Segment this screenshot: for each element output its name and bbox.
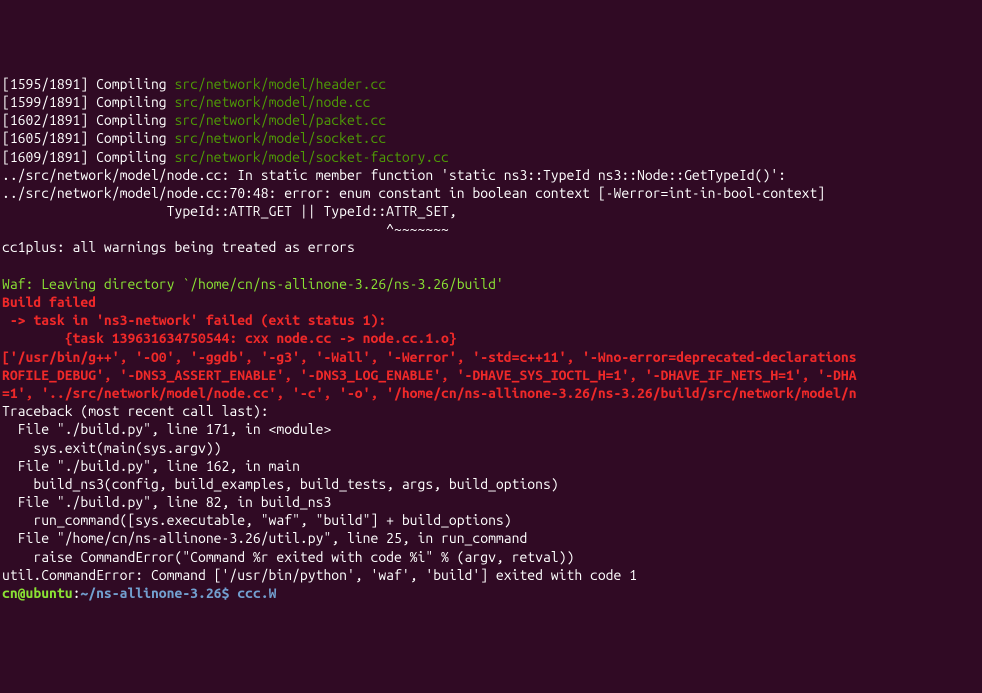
terminal-text: src/network/model/socket.cc — [174, 130, 386, 146]
terminal-text: sys.exit(main(sys.argv)) — [2, 440, 222, 456]
terminal-text — [2, 258, 10, 274]
terminal-line: Waf: Leaving directory `/home/cn/ns-alli… — [2, 275, 980, 293]
terminal-line: sys.exit(main(sys.argv)) — [2, 439, 980, 457]
terminal-text: util.CommandError: Command ['/usr/bin/py… — [2, 567, 637, 583]
terminal-text: {task 139631634750544: cxx node.cc -> no… — [2, 330, 457, 346]
terminal-line: raise CommandError("Command %r exited wi… — [2, 548, 980, 566]
terminal-text: [1609/1891] Compiling — [2, 149, 174, 165]
terminal-text: File "/home/cn/ns-allinone-3.26/util.py"… — [2, 530, 527, 546]
terminal-text: src/network/model/node.cc — [174, 94, 370, 110]
terminal-line: =1', '../src/network/model/node.cc', '-c… — [2, 384, 980, 402]
terminal-text: [1602/1891] Compiling — [2, 112, 174, 128]
terminal-line: [1599/1891] Compiling src/network/model/… — [2, 93, 980, 111]
terminal-text: raise CommandError("Command %r exited wi… — [2, 549, 574, 565]
terminal-line: {task 139631634750544: cxx node.cc -> no… — [2, 329, 980, 347]
terminal-text: [1605/1891] Compiling — [2, 130, 174, 146]
terminal-text: [1595/1891] Compiling — [2, 76, 174, 92]
terminal-line: ^~~~~~~~ — [2, 220, 980, 238]
terminal-line: [1602/1891] Compiling src/network/model/… — [2, 111, 980, 129]
terminal-text: cc1plus: all warnings being treated as e… — [2, 239, 355, 255]
terminal-text: Build failed — [2, 294, 96, 310]
terminal-line: File "/home/cn/ns-allinone-3.26/util.py"… — [2, 529, 980, 547]
terminal-text: [1599/1891] Compiling — [2, 94, 174, 110]
terminal-line: [1605/1891] Compiling src/network/model/… — [2, 129, 980, 147]
terminal-text: File "./build.py", line 82, in build_ns3 — [2, 494, 331, 510]
terminal-line: build_ns3(config, build_examples, build_… — [2, 475, 980, 493]
terminal-line: ['/usr/bin/g++', '-O0', '-ggdb', '-g3', … — [2, 348, 980, 366]
terminal-line: ROFILE_DEBUG', '-DNS3_ASSERT_ENABLE', '-… — [2, 366, 980, 384]
terminal-text: File "./build.py", line 171, in <module> — [2, 421, 331, 437]
terminal-line: [1609/1891] Compiling src/network/model/… — [2, 148, 980, 166]
terminal-line: ../src/network/model/node.cc:70:48: erro… — [2, 184, 980, 202]
terminal-text: TypeId::ATTR_GET || TypeId::ATTR_SET, — [2, 203, 457, 219]
terminal-text: src/network/model/header.cc — [174, 76, 386, 92]
terminal-text: run_command([sys.executable, "waf", "bui… — [2, 512, 512, 528]
terminal-text: ^~~~~~~~ — [2, 221, 449, 237]
terminal-line: Build failed — [2, 293, 980, 311]
terminal-line: TypeId::ATTR_GET || TypeId::ATTR_SET, — [2, 202, 980, 220]
terminal-text: src/network/model/packet.cc — [174, 112, 386, 128]
terminal-prompt[interactable]: cn@ubuntu:~/ns-allinone-3.26$ ccc.W — [2, 584, 980, 602]
terminal-line: cc1plus: all warnings being treated as e… — [2, 238, 980, 256]
terminal-text: =1', '../src/network/model/node.cc', '-c… — [2, 385, 857, 401]
prompt-colon: : — [73, 585, 81, 601]
prompt-user-host: cn@ubuntu — [2, 585, 73, 601]
terminal-line: -> task in 'ns3-network' failed (exit st… — [2, 311, 980, 329]
terminal-line: ../src/network/model/node.cc: In static … — [2, 166, 980, 184]
terminal-text: ../src/network/model/node.cc:70:48: erro… — [2, 185, 825, 201]
terminal-line: Traceback (most recent call last): — [2, 402, 980, 420]
terminal-line: util.CommandError: Command ['/usr/bin/py… — [2, 566, 980, 584]
prompt-path: ~/ns-allinone-3.26$ ccc.W — [80, 585, 276, 601]
terminal-text: -> task in 'ns3-network' failed (exit st… — [2, 312, 386, 328]
terminal-text: ['/usr/bin/g++', '-O0', '-ggdb', '-g3', … — [2, 349, 857, 365]
terminal-text: Waf: Leaving directory `/home/cn/ns-alli… — [2, 276, 504, 292]
terminal-text: build_ns3(config, build_examples, build_… — [2, 476, 559, 492]
terminal-line: File "./build.py", line 82, in build_ns3 — [2, 493, 980, 511]
terminal-line: [1595/1891] Compiling src/network/model/… — [2, 75, 980, 93]
terminal-text: src/network/model/socket-factory.cc — [174, 149, 448, 165]
terminal-line: File "./build.py", line 162, in main — [2, 457, 980, 475]
terminal-text: ROFILE_DEBUG', '-DNS3_ASSERT_ENABLE', '-… — [2, 367, 857, 383]
terminal-line: File "./build.py", line 171, in <module> — [2, 420, 980, 438]
terminal-text: ../src/network/model/node.cc: In static … — [2, 167, 786, 183]
terminal-text: File "./build.py", line 162, in main — [2, 458, 300, 474]
terminal-line: run_command([sys.executable, "waf", "bui… — [2, 511, 980, 529]
terminal-output[interactable]: [1595/1891] Compiling src/network/model/… — [2, 75, 980, 602]
terminal-line — [2, 257, 980, 275]
terminal-text: Traceback (most recent call last): — [2, 403, 269, 419]
